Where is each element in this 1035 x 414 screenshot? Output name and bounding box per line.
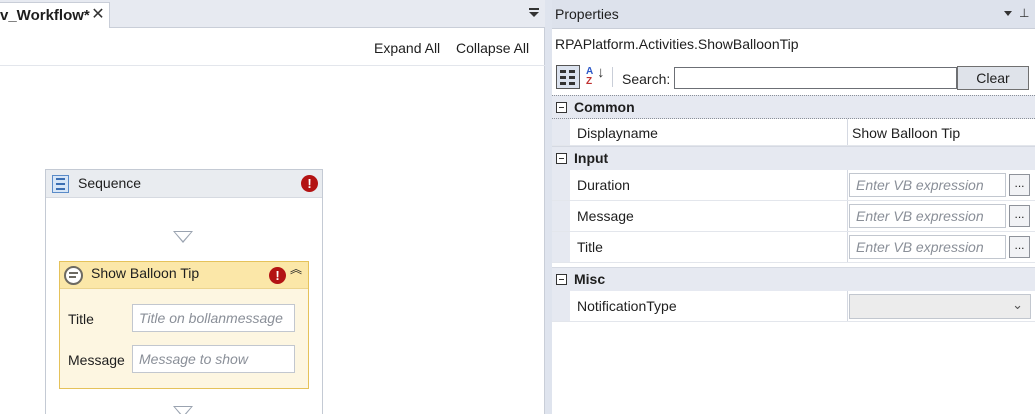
workflow-designer: v_Workflow* ✕ Expand All Collapse All Se… (0, 0, 545, 414)
property-row-message[interactable]: Message Enter VB expression ... (552, 201, 1035, 232)
collapse-category-icon[interactable] (556, 153, 567, 164)
sequence-icon (52, 175, 69, 193)
sequence-header[interactable]: Sequence ! (46, 170, 322, 198)
sort-alphabetical-icon[interactable]: A Z ↓ (583, 65, 607, 89)
close-tab-icon[interactable]: ✕ (90, 3, 106, 27)
category-input[interactable]: Input (552, 146, 1035, 170)
clear-button[interactable]: Clear (957, 66, 1029, 90)
error-icon[interactable]: ! (301, 175, 318, 192)
sequence-title: Sequence (78, 175, 142, 191)
message-expression-input[interactable]: Enter VB expression (849, 204, 1006, 228)
drop-target-arrow-icon[interactable] (173, 406, 193, 414)
property-name: Message (577, 208, 634, 224)
collapse-category-icon[interactable] (556, 274, 567, 285)
properties-titlebar: Properties ⊥ (552, 0, 1035, 29)
activity-header[interactable]: Show Balloon Tip ! ︽ (60, 262, 308, 289)
search-label: Search: (622, 71, 671, 87)
property-row-notificationtype[interactable]: NotificationType ⌄ (552, 291, 1035, 322)
category-name: Input (574, 150, 609, 166)
chevron-down-icon: ⌄ (1012, 297, 1023, 312)
message-ellipsis-button[interactable]: ... (1009, 205, 1030, 227)
title-expression-input[interactable]: Enter VB expression (849, 235, 1006, 259)
category-name: Common (574, 99, 635, 115)
category-misc[interactable]: Misc (552, 267, 1035, 291)
document-tab-title: v_Workflow* (0, 7, 90, 24)
displayname-value[interactable]: Show Balloon Tip (852, 125, 960, 141)
properties-panel: Properties ⊥ RPAPlatform.Activities.Show… (552, 0, 1035, 414)
activity-type-label: RPAPlatform.Activities.ShowBalloonTip (555, 36, 799, 52)
category-common[interactable]: Common (552, 95, 1035, 119)
document-tab[interactable]: v_Workflow* ✕ (0, 2, 110, 28)
properties-title: Properties (555, 6, 619, 22)
property-name: Displayname (577, 125, 658, 141)
title-ellipsis-button[interactable]: ... (1009, 236, 1030, 258)
category-name: Misc (574, 271, 606, 287)
notificationtype-select[interactable]: ⌄ (849, 294, 1031, 319)
expand-all-button[interactable]: Expand All (374, 40, 440, 56)
property-row-title[interactable]: Title Enter VB expression ... (552, 232, 1035, 263)
tab-overflow-menu-icon[interactable] (527, 5, 541, 21)
property-name: Duration (577, 177, 630, 193)
message-input[interactable]: Message to show (132, 345, 295, 373)
collapse-chevrons-icon[interactable]: ︽ (289, 263, 303, 283)
show-balloon-tip-activity[interactable]: Show Balloon Tip ! ︽ Title Title on boll… (59, 261, 309, 389)
activity-title: Show Balloon Tip (91, 265, 200, 281)
document-tabstrip: v_Workflow* ✕ (0, 0, 545, 28)
properties-toolbar: A Z ↓ Search: Clear (552, 62, 1035, 94)
error-icon[interactable]: ! (269, 267, 286, 284)
pin-icon[interactable]: ⊥ (1019, 6, 1029, 20)
designer-toolbar: Expand All Collapse All (0, 28, 545, 66)
collapse-all-button[interactable]: Collapse All (456, 40, 529, 56)
balloon-tip-icon (64, 266, 83, 285)
message-field-label: Message (68, 352, 125, 368)
title-input[interactable]: Title on bollanmessage (132, 304, 295, 332)
property-name: NotificationType (577, 298, 677, 314)
duration-expression-input[interactable]: Enter VB expression (849, 173, 1006, 197)
property-row-displayname[interactable]: Displayname Show Balloon Tip (552, 119, 1035, 146)
panel-splitter[interactable] (545, 0, 552, 414)
categorized-view-icon[interactable] (556, 65, 580, 89)
duration-ellipsis-button[interactable]: ... (1009, 174, 1030, 196)
panel-menu-icon[interactable] (1004, 11, 1012, 16)
title-field-label: Title (68, 311, 94, 327)
property-name: Title (577, 239, 603, 255)
drop-target-arrow-icon[interactable] (173, 231, 193, 243)
search-input[interactable] (674, 67, 957, 89)
property-row-duration[interactable]: Duration Enter VB expression ... (552, 170, 1035, 201)
sequence-activity[interactable]: Sequence ! Show Balloon Tip ! ︽ Title Ti… (45, 169, 323, 414)
toolbar-separator (612, 67, 613, 87)
collapse-category-icon[interactable] (556, 102, 567, 113)
